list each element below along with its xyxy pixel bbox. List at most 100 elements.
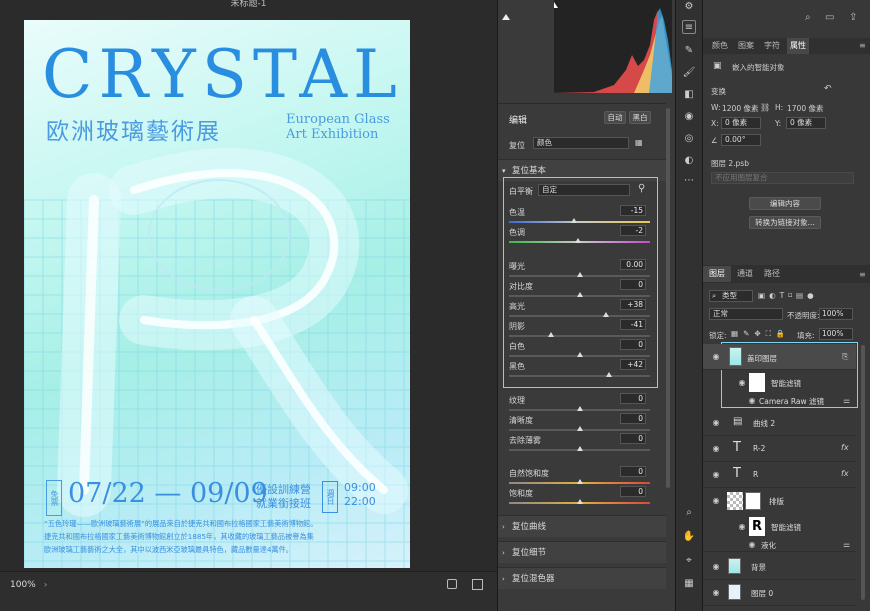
layer-row-camera-raw-filter[interactable]: ◉ Camera Raw 滤镜 ⚌ xyxy=(703,394,856,408)
document-canvas-area[interactable]: 未标题-1 CRYSTAL 欧洲玻璃藝術展 European Glass Art… xyxy=(0,0,497,611)
eye-icon[interactable]: ◉ xyxy=(711,588,721,598)
slider-track[interactable] xyxy=(509,426,650,431)
layer-name[interactable]: 智能滤镜 xyxy=(771,522,801,533)
slider-value-field[interactable]: 0 xyxy=(620,279,646,290)
slider-value-field[interactable]: -15 xyxy=(620,205,646,216)
layer-row-smart-filter-2[interactable]: ◉ R 智能滤镜 xyxy=(703,514,856,540)
more-options-icon[interactable]: ⋯ xyxy=(682,174,696,188)
eye-icon[interactable]: ◉ xyxy=(747,540,757,550)
edit-contents-button[interactable]: 编辑内容 xyxy=(749,197,821,210)
zoom-tool-icon[interactable]: ⌕ xyxy=(682,506,696,520)
status-expand-icon[interactable]: › xyxy=(44,580,47,589)
eye-icon[interactable]: ◉ xyxy=(711,352,721,362)
slider-value-field[interactable]: 0 xyxy=(620,486,646,497)
fx-icon[interactable]: fx xyxy=(841,443,849,452)
slider-thumb[interactable] xyxy=(606,372,613,377)
layers-menu-icon[interactable]: ≡ xyxy=(859,270,866,279)
slider-track[interactable] xyxy=(509,372,650,377)
layer-name[interactable]: R-2 xyxy=(753,444,765,453)
opacity-field[interactable]: 100% xyxy=(819,308,853,320)
snapshots-icon[interactable]: ◐ xyxy=(682,154,696,168)
blend-mode-select[interactable]: 正常 xyxy=(709,308,783,320)
layer-row-smart-filter[interactable]: ◉ 智能滤镜 xyxy=(703,370,856,396)
layer-row-background[interactable]: ◉ 背景 xyxy=(703,554,856,580)
layer-name[interactable]: 曲线 2 xyxy=(753,418,775,429)
shadow-clip-icon[interactable] xyxy=(502,14,510,20)
link-icon[interactable]: ⛓ xyxy=(760,103,770,112)
eye-icon[interactable]: ◉ xyxy=(737,522,747,532)
layer-row-curves[interactable]: ◉ ▤ 曲线 2 xyxy=(703,410,856,436)
slider-value-field[interactable]: +42 xyxy=(620,359,646,370)
slider-value-field[interactable]: 0.00 xyxy=(620,259,646,270)
filter-options-icon[interactable]: ⚌ xyxy=(843,396,850,405)
presets-icon[interactable]: ◎ xyxy=(682,132,696,146)
zoom-level[interactable]: 100% xyxy=(10,580,36,590)
auto-button[interactable]: 自动 xyxy=(604,111,626,124)
slider-thumb[interactable] xyxy=(548,332,555,337)
detail-section-header[interactable]: › 复位细节 xyxy=(498,541,666,563)
reset-transform-icon[interactable]: ↶ xyxy=(824,84,832,94)
h-value[interactable]: 1700 像素 xyxy=(787,103,823,114)
slider-thumb[interactable] xyxy=(576,352,583,357)
slider-track[interactable] xyxy=(509,218,650,223)
slider-track[interactable] xyxy=(509,446,650,451)
layers-scrollbar[interactable] xyxy=(861,345,865,600)
fx-icon[interactable]: fx xyxy=(841,469,849,478)
eye-icon[interactable]: ◉ xyxy=(737,378,747,388)
profile-grid-icon[interactable]: ▦ xyxy=(635,138,643,147)
layer-name[interactable]: 排版 xyxy=(769,496,784,507)
tab-paths[interactable]: 路径 xyxy=(764,268,780,280)
slider-thumb[interactable] xyxy=(576,499,583,504)
slider-value-field[interactable]: -2 xyxy=(620,225,646,236)
sampler-icon[interactable]: ⌖ xyxy=(682,554,696,568)
tab-character[interactable]: 字符 xyxy=(764,40,780,52)
lock-icons[interactable]: ▦✎✥⛶🔒 xyxy=(731,329,790,339)
share-icon[interactable]: ⇪ xyxy=(849,12,857,23)
layer-name[interactable]: 智能滤镜 xyxy=(771,378,801,389)
slider-thumb[interactable] xyxy=(576,292,583,297)
masking-icon[interactable]: ◧ xyxy=(682,88,696,102)
edit-sliders-icon[interactable]: ≡ xyxy=(682,20,696,34)
slider-thumb[interactable] xyxy=(576,446,583,451)
curve-section-header[interactable]: › 复位曲线 xyxy=(498,515,666,537)
layer-name[interactable]: 盖印图层 xyxy=(747,353,777,364)
slider-thumb[interactable] xyxy=(570,218,577,223)
slider-track[interactable] xyxy=(509,238,650,243)
convert-to-linked-button[interactable]: 转换为链接对象... xyxy=(749,216,821,229)
slider-thumb[interactable] xyxy=(576,426,583,431)
screen-mode-icon[interactable] xyxy=(447,579,457,589)
eye-icon[interactable]: ◉ xyxy=(711,496,721,506)
layer-filter-icons[interactable]: ▣◐T⌑▤● xyxy=(758,291,818,300)
profile-select[interactable]: 颜色 xyxy=(533,137,629,149)
layer-name[interactable]: R xyxy=(753,470,758,479)
tab-pattern[interactable]: 图案 xyxy=(738,40,754,52)
bw-button[interactable]: 黑白 xyxy=(629,111,651,124)
angle-field[interactable]: 0.00° xyxy=(721,134,761,146)
slider-value-field[interactable]: -41 xyxy=(620,319,646,330)
slider-track[interactable] xyxy=(509,352,650,357)
reset-label[interactable]: 复位 xyxy=(509,140,525,151)
layer-row-layout[interactable]: ◉ 排版 xyxy=(703,488,856,514)
slider-track[interactable] xyxy=(509,312,650,317)
layer-name[interactable]: Camera Raw 滤镜 xyxy=(759,396,824,407)
eyedropper-icon[interactable]: ⚲ xyxy=(638,183,645,194)
layer-comp-select[interactable]: 不应用图层复合 xyxy=(711,172,854,184)
x-field[interactable]: 0 像素 xyxy=(721,117,761,129)
slider-value-field[interactable]: 0 xyxy=(620,339,646,350)
slider-value-field[interactable]: 0 xyxy=(620,433,646,444)
settings-gear-icon[interactable]: ⚙ xyxy=(682,0,696,14)
hand-tool-icon[interactable]: ✋ xyxy=(682,530,696,544)
wb-select[interactable]: 自定 xyxy=(538,184,630,196)
tab-properties[interactable]: 属性 xyxy=(787,38,809,54)
tab-channels[interactable]: 通道 xyxy=(737,268,753,280)
slider-track[interactable] xyxy=(509,406,650,411)
tab-layers[interactable]: 图层 xyxy=(703,266,731,282)
eye-icon[interactable]: ◉ xyxy=(711,562,721,572)
layer-row-stamp[interactable]: ◉ 盖印图层 ⎘ xyxy=(703,344,856,370)
layer-filter-select[interactable]: ⌕ 类型 xyxy=(709,290,753,302)
eye-icon[interactable]: ◉ xyxy=(711,470,721,480)
slider-track[interactable] xyxy=(509,479,650,484)
compare-icon[interactable] xyxy=(472,579,483,590)
slider-track[interactable] xyxy=(509,272,650,277)
eye-icon[interactable]: ◉ xyxy=(711,418,721,428)
